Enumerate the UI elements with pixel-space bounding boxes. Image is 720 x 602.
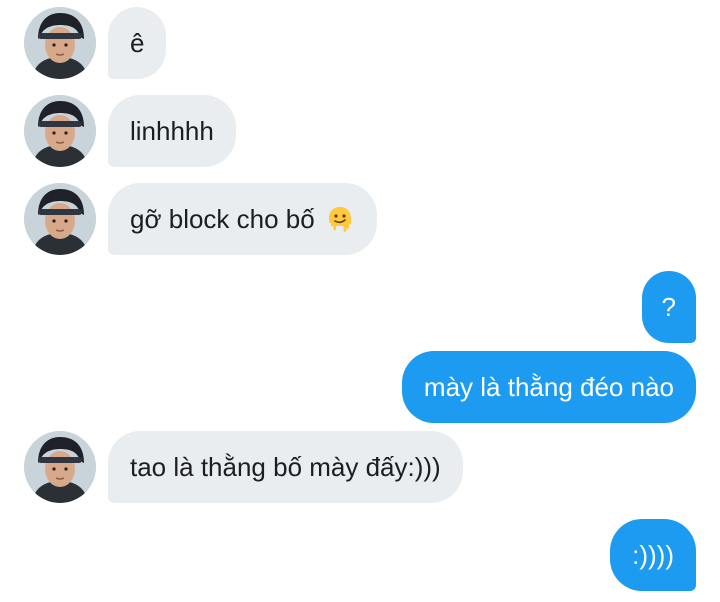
message-bubble-incoming[interactable]: gỡ block cho bố [108,183,377,255]
message-text: :)))) [632,540,674,570]
message-bubble-outgoing[interactable]: :)))) [610,519,696,591]
avatar-photo [24,183,96,255]
message-bubble-outgoing[interactable]: ? [641,271,696,343]
message-text: mày là thằng đéo nào [423,372,674,402]
message-text: linhhhh [130,116,214,146]
message-text: gỡ block cho bố [130,204,315,234]
message-bubble-incoming[interactable]: linhhhh [108,95,236,167]
avatar-photo [24,7,96,79]
message-bubble-outgoing[interactable]: mày là thằng đéo nào [401,351,696,423]
avatar-photo [24,95,96,167]
message-bubble-incoming[interactable]: ê [108,7,167,79]
avatar[interactable] [24,431,96,503]
melting-face-emoji-icon [325,204,355,234]
message-text: ? [661,292,676,322]
message-text: ê [130,28,145,58]
avatar[interactable] [24,7,96,79]
message-text: tao là thằng bố mày đấy:))) [130,452,441,482]
chat-thread: ê linhhhh gỡ block cho bố ? mày là thằng… [0,0,720,602]
avatar-photo [24,431,96,503]
message-bubble-incoming[interactable]: tao là thằng bố mày đấy:))) [108,431,463,503]
avatar[interactable] [24,183,96,255]
avatar[interactable] [24,95,96,167]
